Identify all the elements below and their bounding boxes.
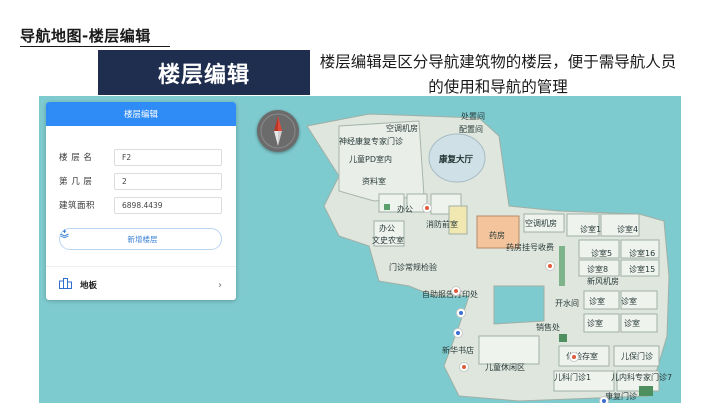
map-label: 儿童休闲区 <box>485 363 525 372</box>
map-label: 康复大厅 <box>439 155 474 165</box>
map-label: 诊室16 <box>629 249 656 258</box>
map-marker[interactable] <box>451 286 461 296</box>
map-label: 消防前室 <box>426 220 458 229</box>
map-label: 诊室1 <box>580 225 602 234</box>
map-label: 诊室8 <box>587 265 609 274</box>
building-area-input[interactable]: 6898.4439 <box>114 196 222 214</box>
map-label: 诊室5 <box>591 249 613 258</box>
floor-list-item[interactable]: 地板 › <box>59 278 224 292</box>
map-label: 办公 <box>379 224 395 233</box>
map-label: 资料室 <box>362 177 386 186</box>
floor-name-row: 楼 层 名 F2 <box>59 148 222 166</box>
map-label: 新华书店 <box>442 346 474 355</box>
map-label: 自助报告打印处 <box>422 290 478 299</box>
section-banner: 楼层编辑 <box>98 50 310 95</box>
indoor-map[interactable]: 处置间 空调机房 配置间 神经康复专家门诊 康复大厅 儿童PD室内 资料室 办公… <box>39 96 681 403</box>
add-floor-button[interactable]: 新增楼层 <box>59 228 222 250</box>
floor-edit-panel: 楼层编辑 楼 层 名 F2 第 几 层 2 建筑面积 6898.4439 新增楼… <box>46 102 236 300</box>
map-label: 药房挂号收费 <box>506 243 554 252</box>
map-label: 空调机房 <box>386 124 418 133</box>
map-label: 诊室 <box>621 297 637 306</box>
map-marker[interactable] <box>569 352 579 362</box>
map-label: 诊室 <box>587 319 603 328</box>
map-label: 儿童PD室内 <box>349 155 392 164</box>
floor-name-input[interactable]: F2 <box>114 148 222 166</box>
floor-list-item-label: 地板 <box>80 281 98 291</box>
building-icon <box>59 278 72 291</box>
map-marker[interactable] <box>456 308 466 318</box>
map-label: 文史农室 <box>372 236 404 245</box>
title-underline <box>20 46 170 47</box>
map-label: 康复门诊 <box>605 392 637 401</box>
map-label: 门诊常规检验 <box>389 263 437 272</box>
building-area-label: 建筑面积 <box>59 201 96 211</box>
panel-title: 楼层编辑 <box>46 102 236 126</box>
map-label: 新风机房 <box>587 277 619 286</box>
floor-number-label: 第 几 层 <box>59 177 93 187</box>
map-label: 诊室 <box>624 319 640 328</box>
map-label: 儿科门诊1 <box>554 373 592 382</box>
building-area-row: 建筑面积 6898.4439 <box>59 196 222 214</box>
map-label: 配置间 <box>459 125 483 134</box>
floor-number-row: 第 几 层 2 <box>59 172 222 190</box>
map-label: 诊室 <box>589 297 605 306</box>
map-label: 儿保门诊 <box>621 352 653 361</box>
floor-name-label: 楼 层 名 <box>59 153 93 163</box>
map-label: 处置间 <box>461 112 485 121</box>
map-marker[interactable] <box>599 396 609 403</box>
add-floor-label: 新增楼层 <box>127 234 158 244</box>
section-description: 楼层编辑是区分导航建筑物的楼层，便于需导航人员的使用和导航的管理 <box>319 53 677 96</box>
map-marker[interactable] <box>459 362 469 372</box>
map-label: 药房 <box>489 231 505 240</box>
compass-icon[interactable] <box>257 110 299 152</box>
map-label: 诊室15 <box>629 265 656 274</box>
map-label: 销售处 <box>536 323 560 332</box>
map-label: 空调机房 <box>525 219 557 228</box>
map-label: 诊室4 <box>617 225 639 234</box>
chevron-right-icon[interactable]: › <box>218 280 222 291</box>
map-label: 儿内科专家门诊7 <box>611 373 673 382</box>
map-label: 开水间 <box>555 299 579 308</box>
map-marker[interactable] <box>422 203 432 213</box>
floor-number-input[interactable]: 2 <box>114 172 222 190</box>
map-label: 办公 <box>397 205 413 214</box>
map-label: 神经康复专家门诊 <box>339 137 403 146</box>
panel-divider <box>46 266 236 267</box>
map-marker[interactable] <box>453 328 463 338</box>
page-title: 导航地图-楼层编辑 <box>20 27 151 45</box>
map-marker[interactable] <box>545 261 555 271</box>
